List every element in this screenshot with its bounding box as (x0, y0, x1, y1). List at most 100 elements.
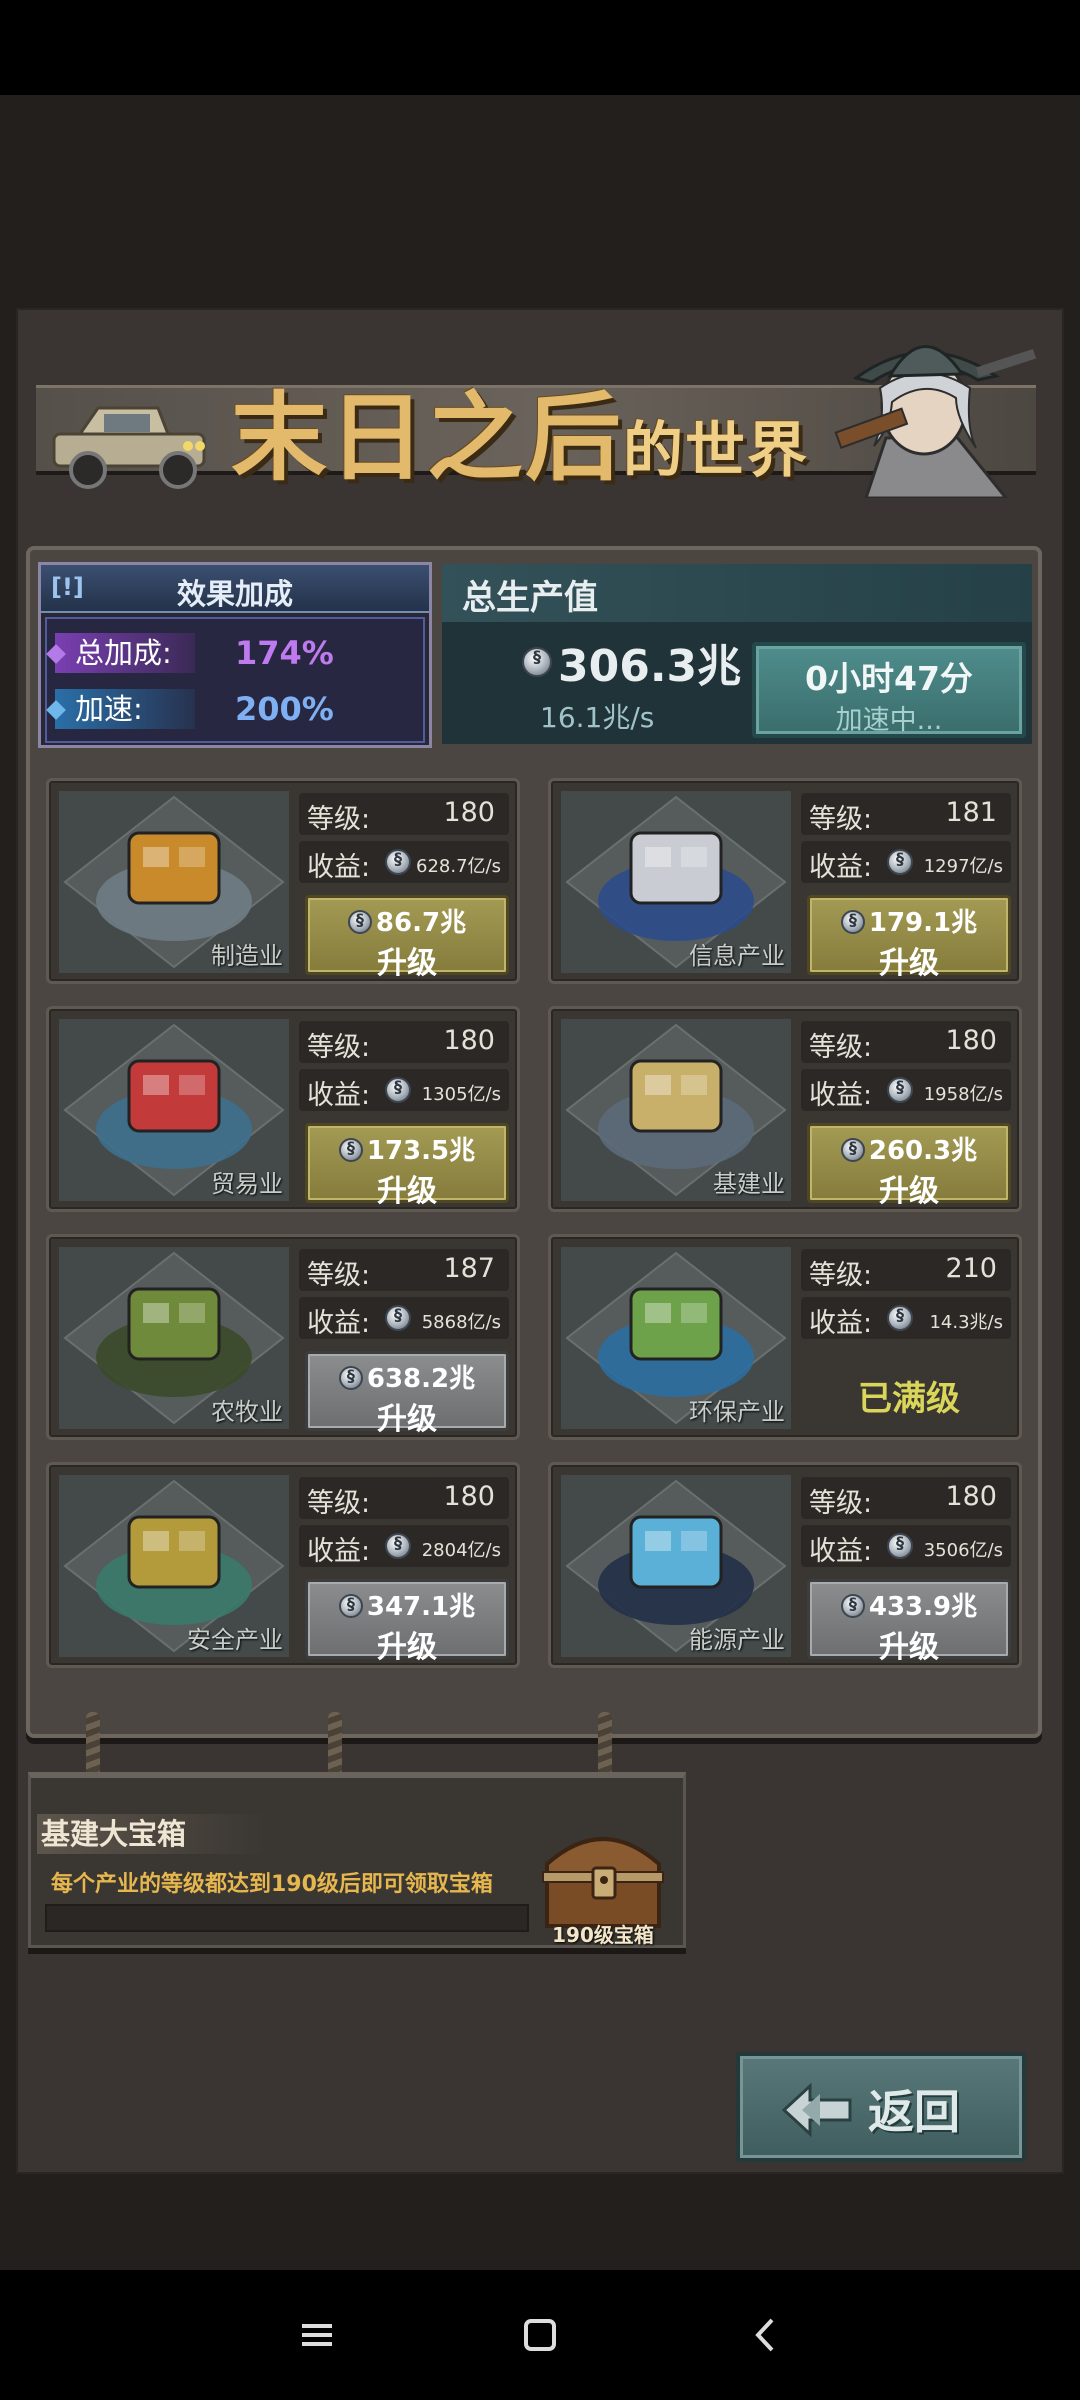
level-value: 180 (443, 1025, 495, 1056)
income-label: 收益: (307, 1308, 371, 1339)
income-label: 收益: (809, 1536, 873, 1567)
production-value: 306.3兆 (522, 630, 741, 694)
coin-icon (385, 1077, 411, 1103)
home-icon[interactable] (517, 2312, 563, 2358)
upgrade-label: 升级 (879, 1630, 939, 1665)
income-stat: 收益: 1305亿/s (299, 1069, 509, 1111)
coin-icon (338, 1366, 363, 1390)
industry-name: 环保产业 (689, 1398, 785, 1426)
speed-up-button[interactable]: 0小时47分 加速中... (752, 642, 1026, 738)
industry-name: 贸易业 (211, 1170, 283, 1198)
upgrade-label: 升级 (377, 1402, 437, 1437)
level-label: 等级: (307, 1488, 371, 1519)
upgrade-cost: 173.5兆 (308, 1130, 506, 1167)
speed-bonus-label: 加速: (46, 689, 195, 729)
city-icon: 基建业 (561, 1019, 791, 1201)
back-button[interactable]: 返回 (736, 2052, 1026, 2162)
upgrade-button[interactable]: 260.3兆 升级 (807, 1123, 1011, 1209)
coin-icon (887, 1077, 913, 1103)
upgrade-cost: 86.7兆 (308, 902, 506, 939)
coin-icon (338, 1594, 363, 1618)
upgrade-button[interactable]: 433.9兆 升级 (807, 1579, 1011, 1665)
upgrade-cost: 638.2兆 (308, 1358, 506, 1395)
upgrade-cost: 347.1兆 (308, 1586, 506, 1623)
industry-name: 基建业 (713, 1170, 785, 1198)
speed-time: 0小时47分 (805, 659, 973, 698)
income-label: 收益: (809, 1080, 873, 1111)
coin-icon (887, 1305, 913, 1331)
income-label: 收益: (809, 852, 873, 883)
upgrade-button[interactable]: 638.2兆 升级 (305, 1351, 509, 1437)
level-stat: 等级: 210 (801, 1249, 1011, 1291)
production-rate: 16.1兆/s (540, 701, 655, 734)
upgrade-label: 升级 (377, 1174, 437, 1209)
level-label: 等级: (809, 1260, 873, 1291)
income-value: 2804亿/s (421, 1540, 501, 1561)
satellite-icon: 信息产业 (561, 791, 791, 973)
income-stat: 收益: 14.3兆/s (801, 1297, 1011, 1339)
upgrade-cost: 433.9兆 (810, 1586, 1008, 1623)
level-stat: 等级: 180 (801, 1021, 1011, 1063)
coin-icon (522, 647, 552, 677)
total-bonus-label: 总加成: (46, 633, 195, 673)
speed-bonus-value: 200% (235, 690, 334, 728)
upgrade-button[interactable]: 179.1兆 升级 (807, 895, 1011, 981)
level-stat: 等级: 187 (299, 1249, 509, 1291)
income-stat: 收益: 5868亿/s (299, 1297, 509, 1339)
upgrade-button[interactable]: 173.5兆 升级 (305, 1123, 509, 1209)
level-stat: 等级: 180 (299, 1477, 509, 1519)
level-value: 180 (443, 797, 495, 828)
industry-card: 能源产业 等级: 180 收益: 3506亿/s 433.9兆 升级 (548, 1462, 1022, 1668)
industry-name: 安全产业 (187, 1626, 283, 1654)
speed-bonus-row: 加速: 200% (46, 685, 415, 733)
coin-icon (840, 910, 865, 934)
game-banner: 末日之后的世界 (36, 340, 1036, 498)
cargo-ship-icon: 贸易业 (59, 1019, 289, 1201)
effect-body: 总加成: 174% 加速: 200% (45, 617, 425, 743)
treasure-chest-button[interactable]: 190级宝箱 (533, 1814, 673, 1948)
back-arrow-icon (781, 2082, 852, 2138)
chest-description: 每个产业的等级都达到190级后即可领取宝箱 (51, 1872, 493, 1897)
level-label: 等级: (809, 1032, 873, 1063)
coin-icon (840, 1594, 865, 1618)
chest-label: 190级宝箱 (552, 1923, 654, 1947)
upgrade-label: 升级 (879, 946, 939, 981)
status-bar (0, 0, 1080, 95)
menu-icon[interactable] (294, 2312, 340, 2358)
robot-arm-icon: 制造业 (59, 791, 289, 973)
rope-decoration (86, 1712, 100, 1778)
industry-card: 制造业 等级: 180 收益: 628.7亿/s 86.7兆 升级 (46, 778, 520, 984)
coin-icon (887, 849, 913, 875)
income-value: 5868亿/s (421, 1312, 501, 1333)
upgrade-button[interactable]: 347.1兆 升级 (305, 1579, 509, 1665)
level-value: 180 (945, 1481, 997, 1512)
industry-name: 能源产业 (689, 1626, 785, 1654)
industry-card: 环保产业 等级: 210 收益: 14.3兆/s 已满级 (548, 1234, 1022, 1440)
gas-mask-icon: 安全产业 (59, 1475, 289, 1657)
income-label: 收益: (307, 852, 371, 883)
industry-card: 安全产业 等级: 180 收益: 2804亿/s 347.1兆 升级 (46, 1462, 520, 1668)
coin-icon (887, 1533, 913, 1559)
rope-decoration (328, 1712, 342, 1778)
level-stat: 等级: 180 (299, 1021, 509, 1063)
income-stat: 收益: 2804亿/s (299, 1525, 509, 1567)
income-value: 1297亿/s (923, 856, 1003, 877)
upgrade-button[interactable]: 86.7兆 升级 (305, 895, 509, 981)
industry-name: 制造业 (211, 942, 283, 970)
income-stat: 收益: 628.7亿/s (299, 841, 509, 883)
total-bonus-row: 总加成: 174% (46, 629, 415, 677)
level-value: 180 (945, 1025, 997, 1056)
back-nav-icon[interactable] (744, 2312, 790, 2358)
effect-bonus-box: [!] 效果加成 总加成: 174% 加速: 200% (38, 562, 432, 748)
level-label: 等级: (809, 804, 873, 835)
level-label: 等级: (307, 1260, 371, 1291)
chest-panel: 基建大宝箱 每个产业的等级都达到190级后即可领取宝箱 190级宝箱 (28, 1772, 686, 1948)
upgrade-cost: 179.1兆 (810, 902, 1008, 939)
industry-name: 农牧业 (211, 1398, 283, 1426)
back-label: 返回 (868, 2085, 960, 2139)
coin-icon (385, 1533, 411, 1559)
income-value: 14.3兆/s (929, 1312, 1003, 1333)
upgrade-label: 升级 (377, 1630, 437, 1665)
upgrade-cost: 260.3兆 (810, 1130, 1008, 1167)
effect-title: 效果加成 (176, 577, 293, 611)
